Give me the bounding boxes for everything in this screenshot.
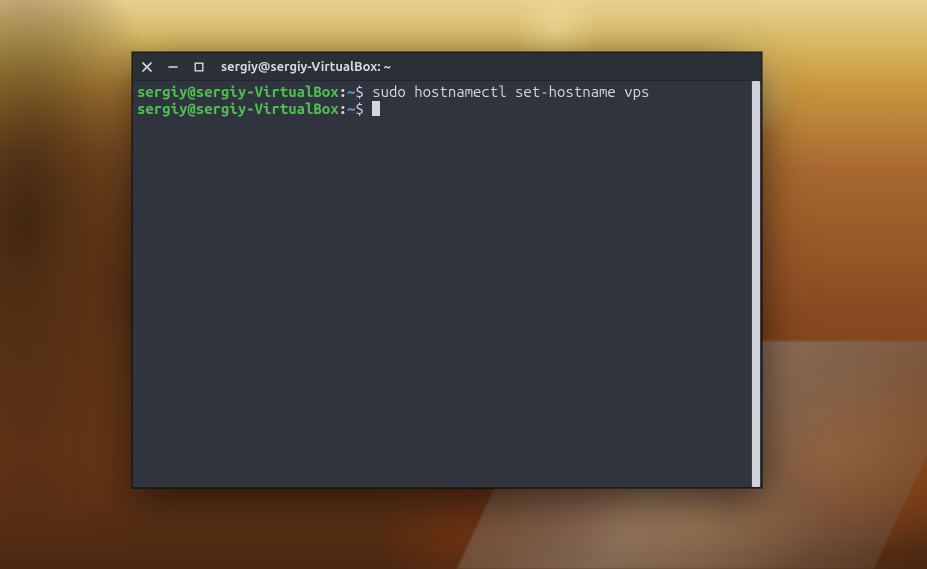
command-text: sudo hostnamectl set-hostname vps xyxy=(372,83,649,100)
scrollbar[interactable] xyxy=(751,81,761,487)
prompt-colon: : xyxy=(339,100,347,117)
prompt-user-host: sergiy@sergiy-VirtualBox xyxy=(137,100,339,117)
terminal-line: sergiy@sergiy-VirtualBox:~$ sudo hostnam… xyxy=(137,83,757,100)
titlebar[interactable]: sergiy@sergiy-VirtualBox: ~ xyxy=(133,53,761,81)
cursor xyxy=(372,101,380,116)
maximize-icon[interactable] xyxy=(193,61,205,73)
prompt-sigil: $ xyxy=(355,83,372,100)
window-title: sergiy@sergiy-VirtualBox: ~ xyxy=(221,60,391,74)
prompt-user-host: sergiy@sergiy-VirtualBox xyxy=(137,83,339,100)
close-icon[interactable] xyxy=(141,61,153,73)
terminal-window[interactable]: sergiy@sergiy-VirtualBox: ~ sergiy@sergi… xyxy=(132,52,762,488)
window-controls xyxy=(141,61,205,73)
prompt-colon: : xyxy=(339,83,347,100)
prompt-sigil: $ xyxy=(355,100,372,117)
scrollbar-thumb[interactable] xyxy=(752,81,760,487)
terminal-body[interactable]: sergiy@sergiy-VirtualBox:~$ sudo hostnam… xyxy=(133,81,761,487)
terminal-line: sergiy@sergiy-VirtualBox:~$ xyxy=(137,100,757,117)
minimize-icon[interactable] xyxy=(167,61,179,73)
